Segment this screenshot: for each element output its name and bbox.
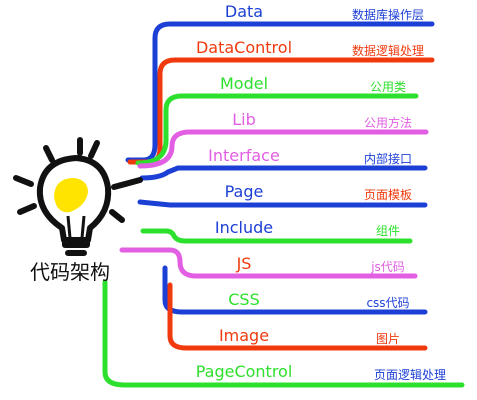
branch-label-pagecontrol: PageControl — [196, 362, 293, 381]
branch-descriptions: 数据库操作层 数据逻辑处理 公用类 公用方法 内部接口 页面模板 组件 js代码… — [352, 7, 446, 382]
connector-page — [137, 199, 428, 208]
branch-desc-data: 数据库操作层 — [352, 7, 424, 22]
branch-label-interface: Interface — [208, 146, 280, 165]
connector-include — [140, 228, 413, 244]
connector-interface — [139, 165, 428, 181]
branch-desc-js: js代码 — [370, 260, 405, 274]
branch-desc-include: 组件 — [376, 224, 400, 238]
branch-desc-lib: 公用方法 — [364, 115, 412, 130]
branch-desc-image: 图片 — [376, 332, 400, 346]
connectors — [102, 21, 465, 388]
branch-label-page: Page — [225, 182, 264, 201]
branch-desc-interface: 内部接口 — [364, 151, 412, 166]
branch-label-css: CSS — [228, 290, 259, 309]
branch-label-data: Data — [225, 2, 263, 21]
branch-desc-pagecontrol: 页面逻辑处理 — [374, 368, 446, 382]
branch-label-datacontrol: DataControl — [196, 38, 292, 57]
lightbulb-icon — [13, 137, 143, 256]
branch-label-js: JS — [236, 254, 252, 273]
branch-desc-page: 页面模板 — [364, 188, 412, 202]
branch-label-lib: Lib — [232, 110, 256, 129]
mind-map: 代码架构 Data DataControl Model Lib Interfac… — [13, 2, 465, 388]
root-label: 代码架构 — [30, 260, 110, 284]
branch-desc-css: css代码 — [366, 296, 409, 310]
connector-datacontrol — [127, 57, 435, 165]
branch-desc-datacontrol: 数据逻辑处理 — [352, 43, 424, 58]
branch-desc-model: 公用类 — [370, 80, 406, 94]
branch-label-image: Image — [219, 326, 269, 345]
branch-label-include: Include — [215, 218, 273, 237]
branch-label-model: Model — [220, 74, 268, 93]
